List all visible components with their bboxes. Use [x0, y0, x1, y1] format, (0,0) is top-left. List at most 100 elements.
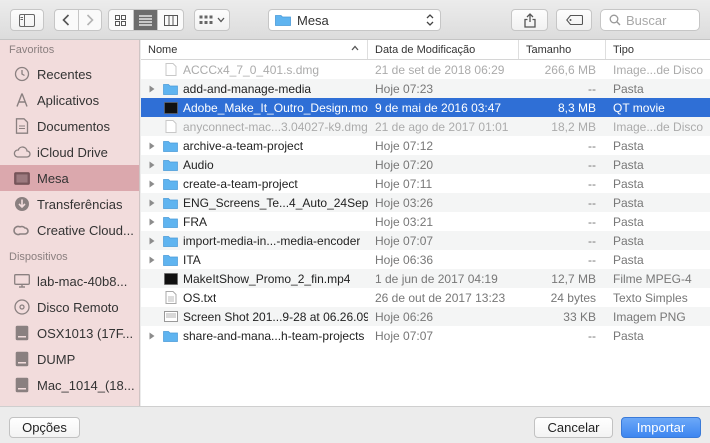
folder-icon [163, 234, 178, 247]
file-name: ENG_Screens_Te...4_Auto_24Sep18 [183, 195, 368, 210]
file-name: anyconnect-mac...3.04027-k9.dmg [183, 119, 368, 134]
location-popup[interactable]: Mesa [268, 9, 441, 31]
grid-icon [115, 14, 127, 26]
disclosure-triangle-icon[interactable] [147, 199, 157, 207]
file-date: Hoje 07:23 [375, 81, 434, 96]
file-name-cell: anyconnect-mac...3.04027-k9.dmg [141, 120, 368, 134]
folder-row[interactable]: archive-a-team-project Hoje 07:12 -- Pasta [141, 136, 710, 155]
sidebar-item-osx1013[interactable]: OSX1013 (17F... [0, 320, 139, 346]
folder-row[interactable]: FRA Hoje 03:21 -- Pasta [141, 212, 710, 231]
file-kind: Pasta [613, 81, 644, 96]
folder-row[interactable]: Audio Hoje 07:20 -- Pasta [141, 155, 710, 174]
file-name: ACCCx4_7_0_401.s.dmg [183, 62, 320, 77]
sidebar-item-label: OSX1013 (17F... [37, 325, 134, 341]
sidebar-item-label: Documentos [37, 118, 110, 134]
search-field[interactable]: Buscar [600, 9, 700, 31]
file-kind: QT movie [613, 100, 665, 115]
file-size: -- [588, 138, 596, 153]
options-button[interactable]: Opções [9, 417, 80, 438]
list-view-button[interactable] [133, 10, 159, 30]
icon-view-button[interactable] [109, 10, 134, 30]
column-header-size[interactable]: Tamanho [519, 40, 606, 59]
disclosure-triangle-icon[interactable] [147, 85, 157, 93]
group-by-button[interactable] [194, 9, 230, 31]
file-name-cell: MakeItShow_Promo_2_fin.mp4 [141, 272, 368, 286]
folder-row[interactable]: ENG_Screens_Te...4_Auto_24Sep18 Hoje 03:2… [141, 193, 710, 212]
file-size: 8,3 MB [557, 100, 596, 115]
share-button[interactable] [511, 9, 548, 31]
applications-icon [13, 91, 31, 109]
file-date: Hoje 07:07 [375, 233, 434, 248]
column-headers: Nome Data de Modificação Tamanho Tipo [141, 40, 710, 60]
sidebar-item-label: Mesa [37, 170, 69, 186]
disclosure-triangle-icon[interactable] [147, 142, 157, 150]
file-row[interactable]: anyconnect-mac...3.04027-k9.dmg 21 de ago… [141, 117, 710, 136]
sidebar-section-favorites: Favoritos [9, 44, 55, 56]
file-size: -- [588, 157, 596, 172]
column-header-label: Tipo [613, 43, 634, 56]
sidebar-item-mac-1014[interactable]: Mac_1014_(18... [0, 372, 139, 398]
file-date: Hoje 03:21 [375, 214, 434, 229]
column-header-name[interactable]: Nome [141, 40, 368, 59]
folder-row[interactable]: import-media-in...-media-encoder Hoje 07:… [141, 231, 710, 250]
movie-icon [163, 101, 178, 114]
folder-row[interactable]: ITA Hoje 06:36 -- Pasta [141, 250, 710, 269]
cancel-button[interactable]: Cancelar [534, 417, 613, 438]
sort-ascending-icon [351, 45, 359, 51]
back-button[interactable] [55, 10, 79, 30]
disclosure-triangle-icon[interactable] [147, 161, 157, 169]
file-date: 21 de ago de 2017 01:01 [375, 119, 509, 134]
forward-button[interactable] [79, 10, 102, 30]
file-size: 266,6 MB [544, 62, 596, 77]
file-date: Hoje 07:11 [375, 176, 433, 191]
clock-icon [13, 65, 31, 83]
file-row[interactable]: OS.txt 26 de out de 2017 13:23 24 bytes Tex… [141, 288, 710, 307]
disclosure-triangle-icon[interactable] [147, 237, 157, 245]
sidebar-item-recentes[interactable]: Recentes [0, 61, 139, 87]
list-icon [139, 14, 152, 26]
file-kind: Pasta [613, 195, 644, 210]
folder-row[interactable]: add-and-manage-media Hoje 07:23 -- Pasta [141, 79, 710, 98]
disclosure-triangle-icon[interactable] [147, 180, 157, 188]
tags-button[interactable] [556, 9, 592, 31]
file-date: Hoje 07:07 [375, 328, 434, 343]
sidebar-item-creative-cloud[interactable]: Creative Cloud... [0, 217, 139, 243]
sidebar-item-label: Transferências [37, 196, 123, 212]
file-size: -- [588, 328, 596, 343]
folder-icon [163, 329, 178, 342]
file-kind: Imagem PNG [613, 309, 686, 324]
file-size: 24 bytes [550, 290, 596, 305]
nav-back-forward [54, 9, 102, 31]
sidebar-item-transferencias[interactable]: Transferências [0, 191, 139, 217]
view-mode-selector [108, 9, 184, 31]
sidebar-item-label: DUMP [37, 351, 76, 367]
folder-icon [163, 196, 178, 209]
sidebar-item-icloud-drive[interactable]: iCloud Drive [0, 139, 139, 165]
file-row[interactable]: MakeItShow_Promo_2_fin.mp4 1 de jun de 20… [141, 269, 710, 288]
folder-row[interactable]: share-and-mana...h-team-projects Hoje 07:… [141, 326, 710, 345]
file-row[interactable]: Adobe_Make_It_Outro_Design.mov 9 de mai d… [141, 98, 710, 117]
sidebar-item-mesa[interactable]: Mesa [0, 165, 139, 191]
folder-row[interactable]: create-a-team-project Hoje 07:11 -- Pasta [141, 174, 710, 193]
column-header-date[interactable]: Data de Modificação [368, 40, 519, 59]
sidebar-toggle-button[interactable] [10, 9, 44, 31]
movie-icon [163, 272, 178, 285]
import-button[interactable]: Importar [621, 417, 701, 438]
drive-icon [13, 350, 31, 368]
sidebar-item-documentos[interactable]: Documentos [0, 113, 139, 139]
sidebar-item-dump[interactable]: DUMP [0, 346, 139, 372]
file-row[interactable]: Screen Shot 201...9-28 at 06.26.09 Hoje 0… [141, 307, 710, 326]
file-kind: Pasta [613, 176, 644, 191]
sidebar-item-lab-mac[interactable]: lab-mac-40b8... [0, 268, 139, 294]
file-size: 33 KB [563, 309, 596, 324]
column-header-kind[interactable]: Tipo [606, 40, 710, 59]
sidebar-item-aplicativos[interactable]: Aplicativos [0, 87, 139, 113]
disclosure-triangle-icon[interactable] [147, 256, 157, 264]
sidebar-item-label: Creative Cloud... [37, 222, 134, 238]
disclosure-triangle-icon[interactable] [147, 218, 157, 226]
column-view-button[interactable] [158, 10, 183, 30]
sidebar-item-disco-remoto[interactable]: Disco Remoto [0, 294, 139, 320]
disclosure-triangle-icon[interactable] [147, 332, 157, 340]
folder-icon [163, 82, 178, 95]
file-row[interactable]: ACCCx4_7_0_401.s.dmg 21 de set de 2018 06… [141, 60, 710, 79]
